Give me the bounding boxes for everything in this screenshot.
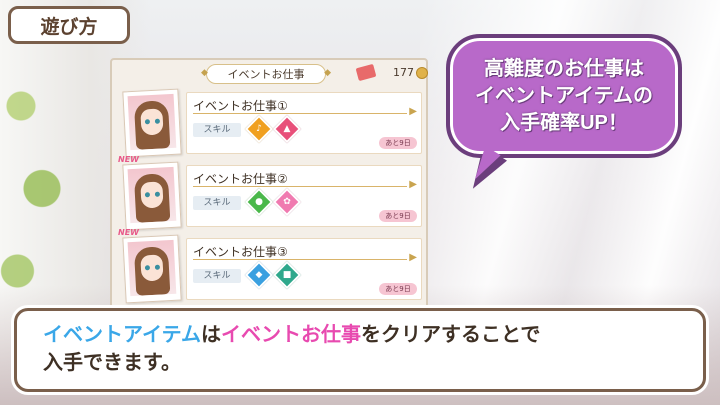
hat-icon: ▲ <box>272 114 302 144</box>
arrow-right-icon: ▶ <box>409 179 417 190</box>
description-line-2: 入手できます。 <box>43 352 181 374</box>
panel-header: イベントお仕事 <box>201 64 331 84</box>
job-row-1[interactable]: イベントお仕事① ▶ スキル ♪ ▲ あと9日 <box>120 88 422 158</box>
camera-icon: ● <box>244 187 274 217</box>
job-title: イベントお仕事① <box>193 99 288 113</box>
stage-icon: ■ <box>272 260 302 290</box>
arrow-right-icon: ▶ <box>409 106 417 117</box>
ticket-icon <box>355 63 377 82</box>
vocal-icon: ♪ <box>244 114 274 144</box>
lamp-icon: ◆ <box>244 260 274 290</box>
job-row-2[interactable]: NEW イベントお仕事② ▶ スキル ● ✿ あと9日 <box>118 155 422 231</box>
idol-portrait <box>122 161 182 231</box>
job-info: イベントお仕事① ▶ スキル ♪ ▲ あと9日 <box>186 92 422 154</box>
days-remaining: あと9日 <box>379 210 417 222</box>
ticket-count: 177 <box>393 66 414 79</box>
divider <box>193 259 407 260</box>
coin-icon <box>416 67 428 79</box>
description-text: は <box>201 324 221 346</box>
job-info: イベントお仕事③ ▶ スキル ◆ ■ あと9日 <box>186 238 422 300</box>
description-box: イベントアイテムはイベントお仕事をクリアすることで 入手できます。 <box>14 308 706 392</box>
new-badge: NEW <box>118 155 139 164</box>
bubble-line-1: 高難度のお仕事は <box>484 57 644 80</box>
event-job-panel: イベントお仕事 177 イベントお仕事① ▶ スキル ♪ ▲ あと9日 <box>110 58 428 313</box>
skill-label: スキル <box>193 123 241 137</box>
job-title: イベントお仕事② <box>193 172 288 186</box>
highlight-event-item: イベントアイテム <box>43 324 201 346</box>
bubble-line-2: イベントアイテムの <box>475 84 653 107</box>
days-remaining: あと9日 <box>379 137 417 149</box>
highlight-event-job: イベントお仕事 <box>221 324 361 346</box>
skill-label: スキル <box>193 196 241 210</box>
idol-portrait <box>122 234 182 304</box>
new-badge: NEW <box>118 228 139 237</box>
description-text: をクリアすることで <box>361 324 541 346</box>
skill-label: スキル <box>193 269 241 283</box>
panel-header-label: イベントお仕事 <box>227 68 305 81</box>
divider <box>193 113 407 114</box>
ribbon-icon: ✿ <box>272 187 302 217</box>
title-tab: 遊び方 <box>8 6 130 44</box>
job-title: イベントお仕事③ <box>193 245 288 259</box>
arrow-right-icon: ▶ <box>409 252 417 263</box>
speech-bubble: 高難度のお仕事は イベントアイテムの 入手確率UP！ <box>446 34 682 158</box>
days-remaining: あと9日 <box>379 283 417 295</box>
bubble-line-3: 入手確率UP！ <box>500 111 628 134</box>
job-info: イベントお仕事② ▶ スキル ● ✿ あと9日 <box>186 165 422 227</box>
description-line-1: イベントアイテムはイベントお仕事をクリアすることで <box>43 321 677 349</box>
idol-portrait <box>122 88 182 158</box>
divider <box>193 186 407 187</box>
title-label: 遊び方 <box>40 16 98 38</box>
job-row-3[interactable]: NEW イベントお仕事③ ▶ スキル ◆ ■ あと9日 <box>118 228 422 304</box>
